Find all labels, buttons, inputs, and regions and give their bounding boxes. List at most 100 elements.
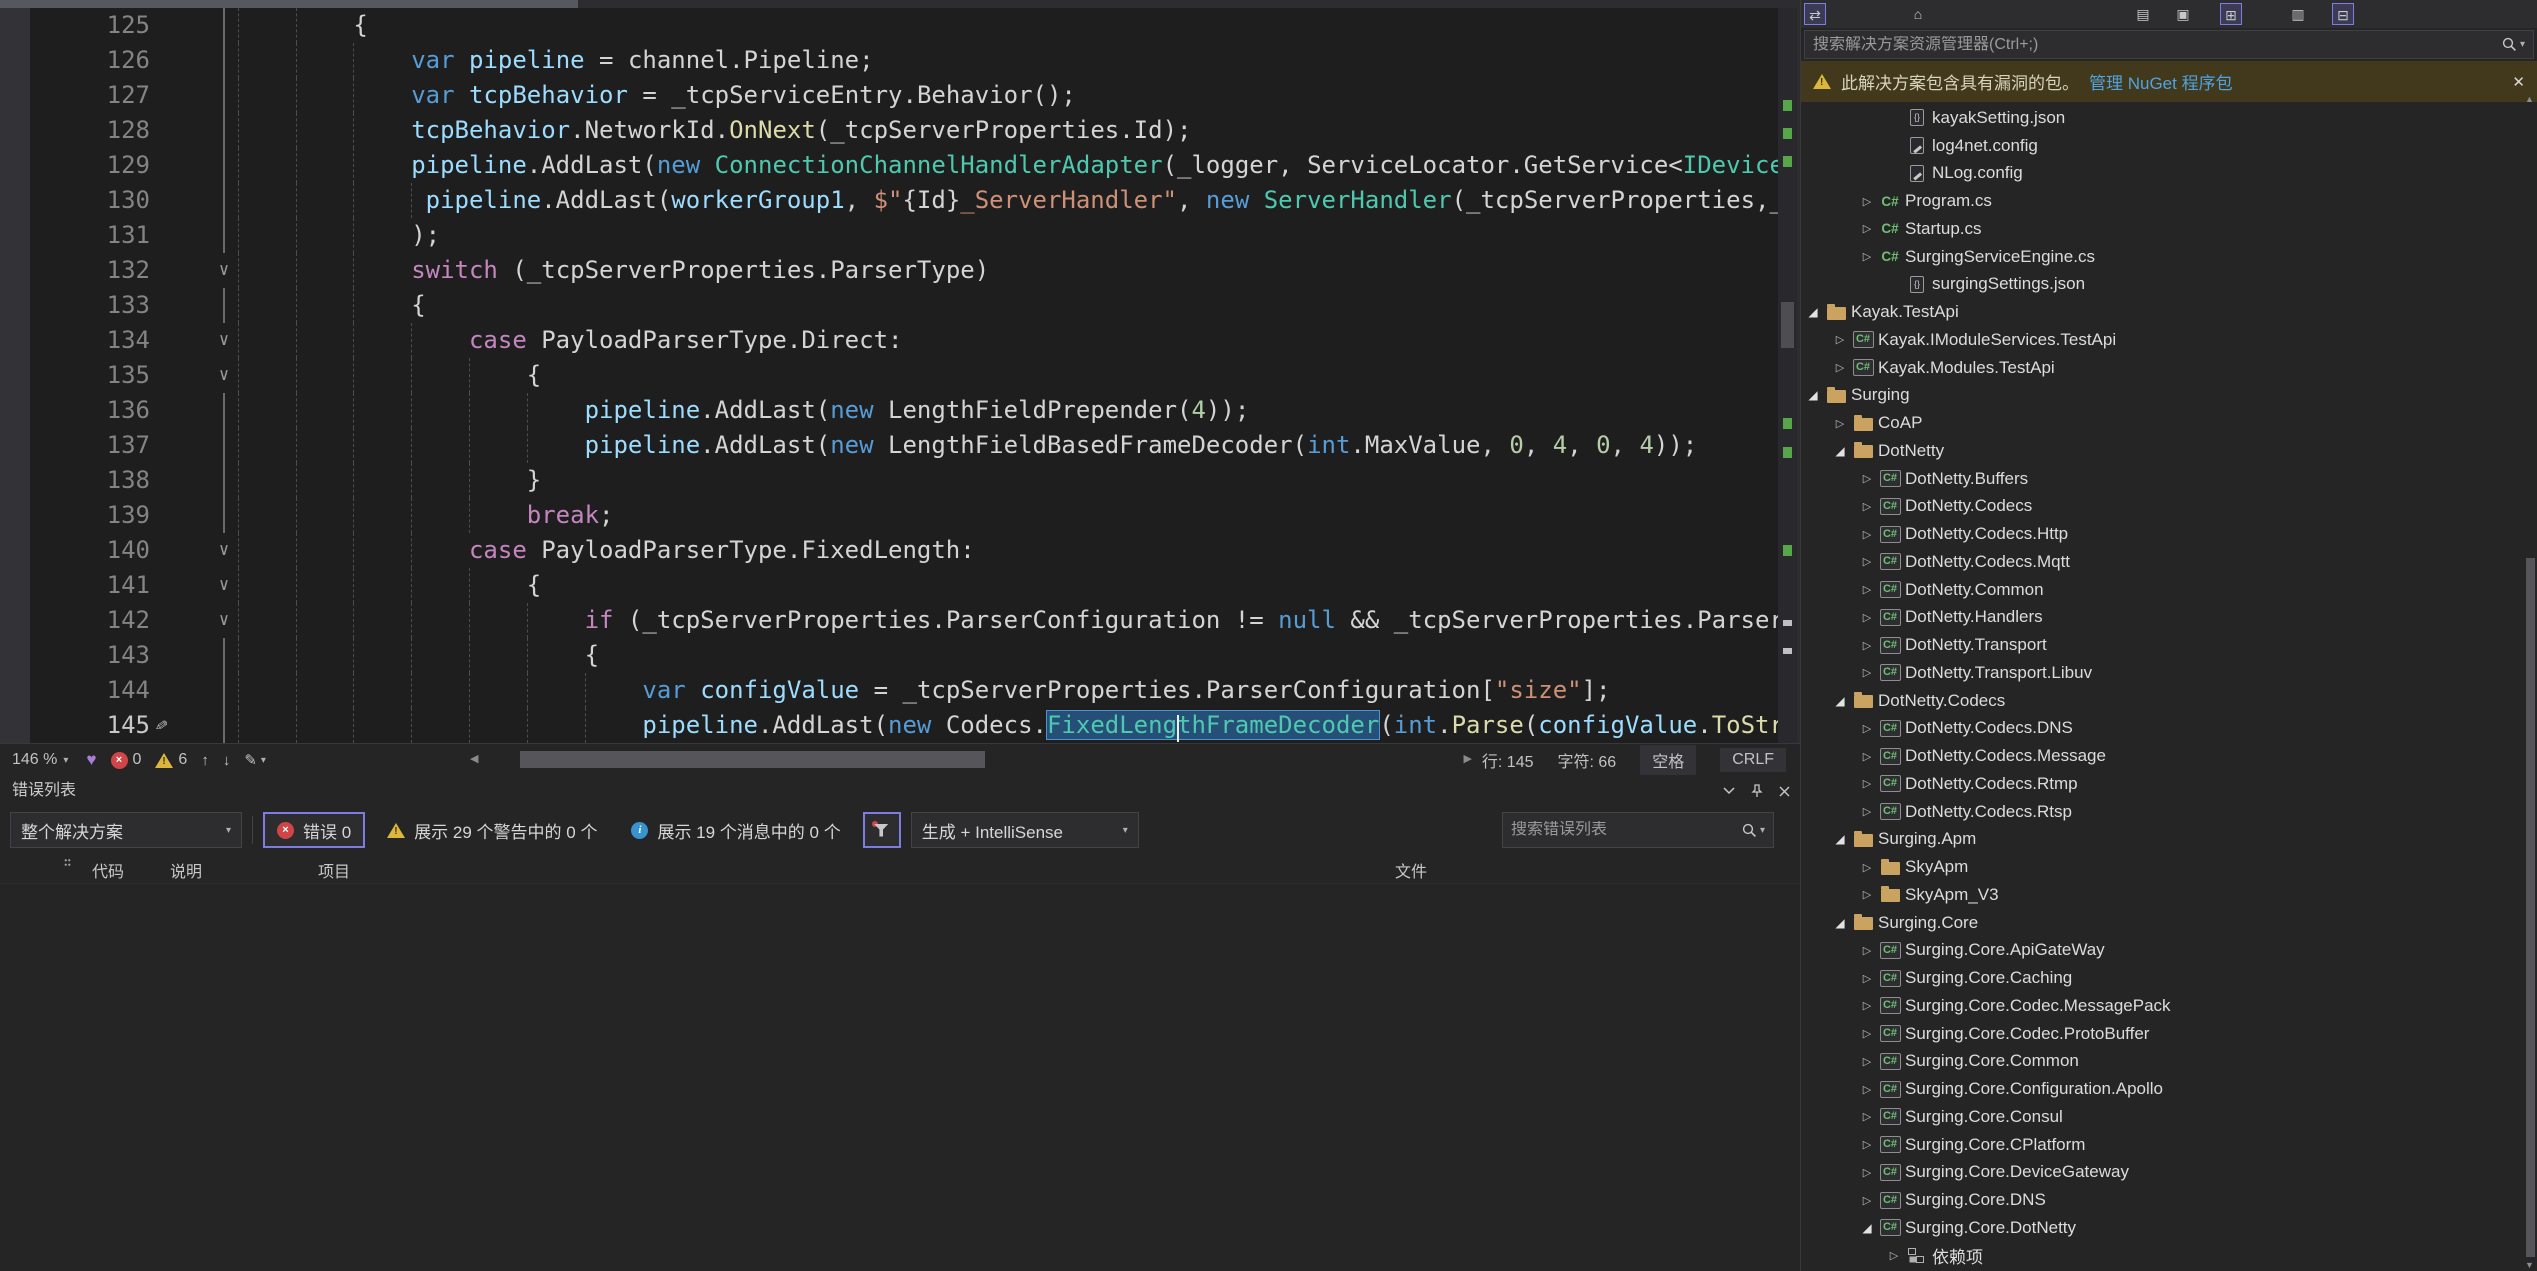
filter-button[interactable] [863, 812, 901, 848]
tree-item[interactable]: ▷依赖项 [1801, 1242, 2523, 1270]
scroll-down-icon[interactable]: ▼ [2525, 1260, 2534, 1270]
pending-changes-filter-icon[interactable]: ▤ [2132, 3, 2154, 25]
tree-item[interactable]: ▷C#Surging.Core.Common [1801, 1048, 2523, 1076]
tree-item[interactable]: ◢C#Surging.Core.DotNetty [1801, 1214, 2523, 1242]
line-number[interactable]: 141 [0, 568, 150, 603]
tree-item[interactable]: ▷C#DotNetty.Codecs.Http [1801, 520, 2523, 548]
line-ending-indicator[interactable]: CRLF [1720, 748, 1786, 772]
tree-item[interactable]: ◢Kayak.TestApi [1801, 298, 2523, 326]
close-icon[interactable] [1779, 786, 1790, 797]
solution-search-input[interactable] [1805, 36, 2494, 54]
expand-arrow-icon[interactable]: ▷ [1857, 888, 1877, 901]
expand-arrow-icon[interactable]: ▷ [1857, 722, 1877, 735]
line-number[interactable]: 137 [0, 428, 150, 463]
tree-item[interactable]: ▷C#Surging.Core.Codec.ProtoBuffer [1801, 1020, 2523, 1048]
code-line[interactable]: 134∨case PayloadParserType.Direct: [0, 323, 1778, 358]
expand-arrow-icon[interactable]: ▷ [1857, 666, 1877, 679]
expand-arrow-icon[interactable]: ▷ [1830, 361, 1850, 374]
line-number[interactable]: 144 [0, 673, 150, 708]
expand-arrow-icon[interactable]: ▷ [1857, 1110, 1877, 1123]
code-line[interactable]: 136pipeline.AddLast(new LengthFieldPrepe… [0, 393, 1778, 428]
expand-arrow-icon[interactable]: ▷ [1857, 500, 1877, 513]
tree-item[interactable]: ▷CoAP [1801, 409, 2523, 437]
expand-arrow-icon[interactable]: ▷ [1830, 333, 1850, 346]
tree-item[interactable]: ▷C#DotNetty.Transport [1801, 631, 2523, 659]
expand-arrow-icon[interactable]: ▷ [1857, 972, 1877, 985]
collapse-arrow-icon[interactable]: ◢ [1830, 444, 1850, 458]
messages-filter-toggle[interactable]: i 展示 19 个消息中的 0 个 [619, 812, 852, 848]
code-line[interactable]: 127var tcpBehavior = _tcpServiceEntry.Be… [0, 78, 1778, 113]
expand-arrow-icon[interactable]: ▷ [1857, 805, 1877, 818]
expand-arrow-icon[interactable]: ▷ [1857, 1083, 1877, 1096]
expand-arrow-icon[interactable]: ▷ [1857, 1138, 1877, 1151]
editor-vertical-scrollbar[interactable] [1778, 8, 1797, 743]
tree-item[interactable]: ▷C#Surging.Core.Configuration.Apollo [1801, 1075, 2523, 1103]
tree-item[interactable]: ▷C#Kayak.IModuleServices.TestApi [1801, 326, 2523, 354]
column-header-code[interactable]: 代码 [92, 858, 124, 882]
error-source-dropdown[interactable]: 生成 + IntelliSense ▾ [911, 812, 1139, 848]
tree-item[interactable]: ▷C#SurgingServiceEngine.cs [1801, 243, 2523, 271]
code-line[interactable]: 132∨switch (_tcpServerProperties.ParserT… [0, 253, 1778, 288]
tree-item[interactable]: ▷C#Program.cs [1801, 187, 2523, 215]
tree-item[interactable]: {}kayakSetting.json [1801, 104, 2523, 132]
code-line[interactable]: 138} [0, 463, 1778, 498]
line-number[interactable]: 140 [0, 533, 150, 568]
line-number[interactable]: 136 [0, 393, 150, 428]
expand-arrow-icon[interactable]: ▷ [1857, 583, 1877, 596]
line-number[interactable]: 139 [0, 498, 150, 533]
expand-arrow-icon[interactable]: ▷ [1857, 1027, 1877, 1040]
show-all-files-icon[interactable]: ⊞ [2220, 3, 2242, 25]
collapse-all-icon[interactable]: ⊟ [2332, 3, 2354, 25]
expand-arrow-icon[interactable]: ▷ [1857, 1055, 1877, 1068]
line-number[interactable]: 138 [0, 463, 150, 498]
tree-item[interactable]: ▷C#Surging.Core.DeviceGateway [1801, 1159, 2523, 1187]
collapse-arrow-icon[interactable]: ◢ [1830, 694, 1850, 708]
tree-item[interactable]: ▷C#Surging.Core.DNS [1801, 1186, 2523, 1214]
refresh-icon[interactable]: ▥ [2287, 3, 2309, 25]
scrollbar-thumb[interactable] [1781, 302, 1794, 348]
tree-item[interactable]: ▷C#DotNetty.Buffers [1801, 465, 2523, 493]
close-icon[interactable]: ✕ [2512, 73, 2525, 91]
expand-arrow-icon[interactable]: ▷ [1857, 639, 1877, 652]
line-number[interactable]: 145 [0, 708, 150, 743]
solution-tree-scrollbar[interactable]: ▲ ▼ [2523, 92, 2537, 1271]
pin-icon[interactable] [1751, 784, 1763, 798]
window-chevron-down-icon[interactable] [1723, 787, 1735, 795]
tree-item[interactable]: ▷C#DotNetty.Codecs [1801, 493, 2523, 521]
expand-arrow-icon[interactable]: ▷ [1857, 250, 1877, 263]
code-line[interactable]: 139break; [0, 498, 1778, 533]
tree-item[interactable]: log4net.config [1801, 132, 2523, 160]
code-line[interactable]: 131); [0, 218, 1778, 253]
scroll-left-icon[interactable]: ◀ [470, 752, 478, 765]
expand-arrow-icon[interactable]: ▷ [1857, 777, 1877, 790]
warnings-filter-toggle[interactable]: ! 展示 29 个警告中的 0 个 [375, 812, 609, 848]
scrollbar-thumb[interactable] [2526, 558, 2535, 1257]
collapse-arrow-icon[interactable]: ◢ [1830, 916, 1850, 930]
error-search-box[interactable]: ▾ [1502, 812, 1774, 848]
horizontal-scrollbar-thumb[interactable] [520, 751, 985, 768]
collapse-arrow-icon[interactable]: ◢ [1803, 388, 1823, 402]
code-editor[interactable]: 125{126var pipeline = channel.Pipeline;1… [0, 0, 1800, 775]
error-table-header[interactable]: 代码 说明 项目 文件 [0, 853, 1800, 884]
error-search-input[interactable] [1503, 821, 1734, 839]
tree-item[interactable]: ◢Surging.Core [1801, 909, 2523, 937]
scroll-up-icon[interactable]: ▲ [2525, 94, 2534, 104]
line-number[interactable]: 130 [0, 183, 150, 218]
next-issue-icon[interactable]: ↓ [223, 752, 231, 769]
tree-item[interactable]: ▷C#DotNetty.Transport.Libuv [1801, 659, 2523, 687]
line-number[interactable]: 129 [0, 148, 150, 183]
line-indicator[interactable]: 行: 145 [1482, 748, 1534, 772]
line-number[interactable]: 133 [0, 288, 150, 323]
code-line[interactable]: 145✎pipeline.AddLast(new Codecs.FixedLen… [0, 708, 1778, 743]
search-icon[interactable]: ▾ [2502, 37, 2525, 52]
sync-active-document-icon[interactable]: ⇄ [1804, 3, 1826, 25]
home-icon[interactable]: ⌂ [1907, 3, 1929, 25]
tree-item[interactable]: ▷C#DotNetty.Common [1801, 576, 2523, 604]
expand-arrow-icon[interactable]: ▷ [1830, 417, 1850, 430]
tree-item[interactable]: ▷C#Surging.Core.Consul [1801, 1103, 2523, 1131]
code-line[interactable]: 126var pipeline = channel.Pipeline; [0, 43, 1778, 78]
zoom-selector[interactable]: 146 % ▾ [8, 751, 72, 769]
expand-arrow-icon[interactable]: ▷ [1857, 750, 1877, 763]
tree-item[interactable]: ▷C#Surging.Core.Caching [1801, 964, 2523, 992]
editor-horizontal-scrollbar[interactable]: ◀ ▶ [470, 749, 1472, 771]
